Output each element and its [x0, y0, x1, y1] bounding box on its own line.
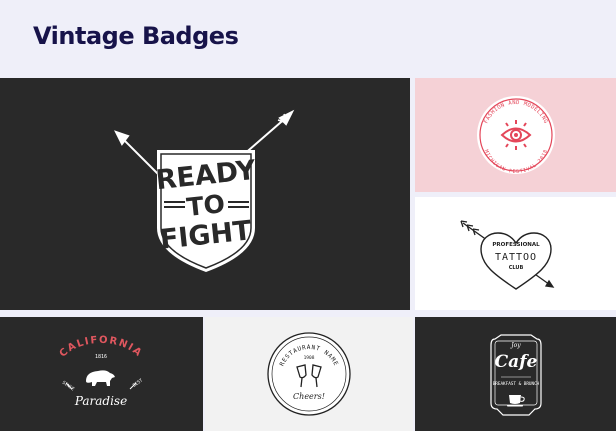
to-text: TO — [185, 189, 226, 222]
ready-to-fight-badge: READY TO FIGHT — [114, 109, 295, 272]
california-badge: CALIFORNIA 1816 SINCE BEST Paradise — [58, 335, 145, 408]
cafe-badge-tile[interactable]: Joy Cafe BREAKFAST & BRUNCH — [415, 317, 616, 431]
tattoo-badge-tile[interactable]: PROFESSIONAL TATTOO CLUB — [415, 197, 616, 310]
fashion-badge: FASHION AND MODELING MICHIGAN FESTIVAL 2… — [477, 96, 555, 175]
cafe-sub: BREAKFAST & BRUNCH — [493, 381, 540, 387]
cafe-badge: Joy Cafe BREAKFAST & BRUNCH — [490, 334, 542, 416]
restaurant-year: 1908 — [304, 355, 315, 361]
cafe-name: Cafe — [495, 352, 538, 372]
cafe-top-script: Joy — [509, 342, 521, 349]
fashion-badge-tile[interactable]: FASHION AND MODELING MICHIGAN FESTIVAL 2… — [415, 78, 616, 192]
tattoo-line3: CLUB — [509, 265, 524, 271]
palm-icons — [65, 382, 137, 390]
tattoo-line1: PROFESSIONAL — [492, 242, 540, 248]
cheers-script-text: Cheers! — [293, 392, 325, 401]
tattoo-line2: TATTOO — [495, 252, 537, 263]
restaurant-badge: RESTAURANT NAME 1908 Cheers! — [267, 332, 351, 416]
restaurant-badge-tile[interactable]: RESTAURANT NAME 1908 Cheers! — [205, 317, 413, 431]
california-badge-tile[interactable]: CALIFORNIA 1816 SINCE BEST Paradise — [0, 317, 203, 431]
tattoo-badge: PROFESSIONAL TATTOO CLUB — [460, 220, 555, 290]
page-title: Vintage Badges — [33, 22, 239, 50]
since-text: SINCE — [61, 380, 76, 393]
est-year: 1816 — [95, 354, 107, 360]
bear-icon — [86, 370, 115, 386]
paradise-script-text: Paradise — [74, 394, 127, 408]
ready-to-fight-badge-tile[interactable]: READY TO FIGHT — [0, 78, 410, 310]
best-text: BEST — [132, 377, 145, 388]
